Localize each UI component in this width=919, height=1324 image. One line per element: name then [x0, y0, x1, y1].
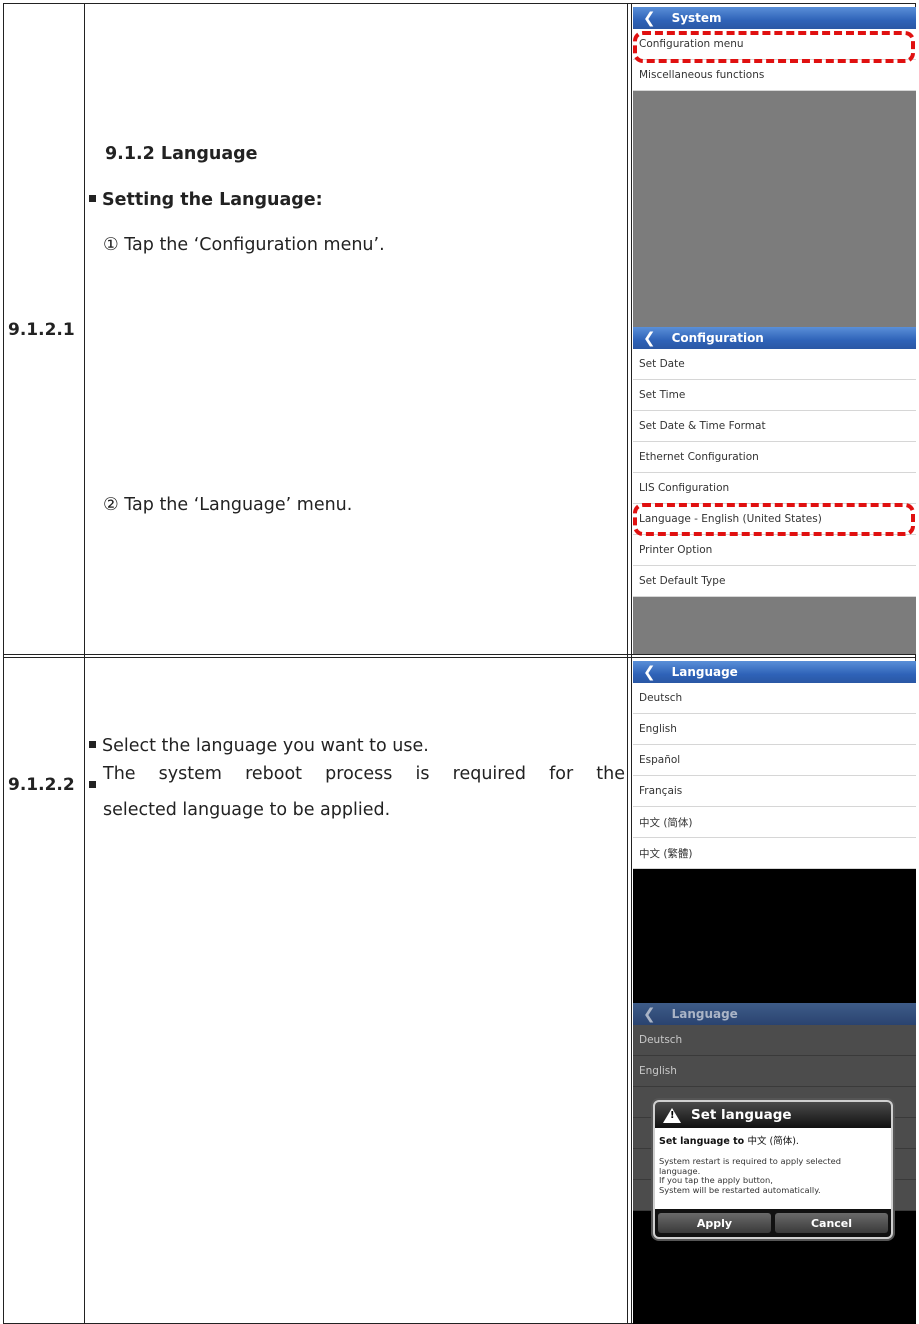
menu-item-lis[interactable]: LIS Configuration: [633, 473, 916, 504]
screen-language-dialog: ❮ Language Deutsch English Set language …: [633, 1003, 916, 1324]
back-chevron-icon: ❮: [643, 1004, 656, 1023]
back-chevron-icon[interactable]: ❮: [643, 664, 656, 680]
menu-item-set-date[interactable]: Set Date: [633, 349, 916, 380]
menu-item-printer-option[interactable]: Printer Option: [633, 535, 916, 566]
language-option-deutsch[interactable]: Deutsch: [633, 683, 916, 714]
subheading-text: Setting the Language:: [102, 190, 323, 210]
bullet-1-text: Select the language you want to use.: [102, 736, 429, 756]
row-divider: [3, 654, 916, 655]
step-2: ② Tap the ‘Language’ menu.: [103, 495, 353, 515]
row-id-9-1-2-2: 9.1.2.2: [8, 775, 75, 795]
row-id-9-1-2-1: 9.1.2.1: [8, 320, 75, 340]
language-option-francais[interactable]: Français: [633, 776, 916, 807]
row-divider-2: [3, 657, 916, 658]
titlebar-title: System: [671, 11, 722, 25]
dialog-body: System restart is required to apply sele…: [655, 1147, 891, 1195]
section-title: 9.1.2 Language: [105, 144, 258, 164]
bullet-2-line-1: The system reboot process is required fo…: [103, 764, 625, 784]
titlebar-title: Language: [671, 1007, 738, 1021]
apply-button[interactable]: Apply: [658, 1213, 771, 1233]
square-bullet-icon: [89, 741, 96, 748]
titlebar-title: Configuration: [671, 331, 764, 345]
dialog-header: Set language: [655, 1102, 891, 1128]
language-option-english-dim: English: [633, 1056, 916, 1087]
empty-area: [633, 597, 916, 654]
empty-area: [633, 91, 916, 327]
subheading: Setting the Language:: [89, 190, 323, 210]
dialog-title: Set language: [691, 1107, 792, 1123]
language-option-chinese-traditional[interactable]: 中文 (繁體): [633, 838, 916, 869]
dialog-message-value: 中文 (简体).: [747, 1136, 799, 1147]
menu-item-set-time[interactable]: Set Time: [633, 380, 916, 411]
column-divider-image: [631, 3, 632, 1324]
dialog-message-prefix: Set language to: [659, 1136, 745, 1147]
step-1: ① Tap the ‘Configuration menu’.: [103, 235, 385, 255]
language-option-espanol[interactable]: Español: [633, 745, 916, 776]
empty-area: [633, 869, 916, 1003]
square-bullet-icon: [89, 195, 96, 202]
dialog-message: Set language to 中文 (简体).: [655, 1128, 891, 1147]
language-option-chinese-simplified[interactable]: 中文 (简体): [633, 807, 916, 838]
warning-icon: [663, 1107, 681, 1123]
menu-item-ethernet[interactable]: Ethernet Configuration: [633, 442, 916, 473]
titlebar-language-dim: ❮ Language: [633, 1003, 916, 1025]
language-option-deutsch-dim: Deutsch: [633, 1025, 916, 1056]
column-divider-id: [84, 3, 85, 1324]
square-bullet-icon: [89, 781, 96, 788]
titlebar-title: Language: [671, 665, 738, 679]
column-divider-text: [627, 3, 628, 1324]
menu-item-date-time-format[interactable]: Set Date & Time Format: [633, 411, 916, 442]
set-language-dialog: Set language Set language to 中文 (简体). Sy…: [653, 1100, 893, 1239]
back-chevron-icon[interactable]: ❮: [643, 10, 656, 26]
bullet-2: The system reboot process is required fo…: [103, 756, 625, 828]
dialog-body-line: System will be restarted automatically.: [659, 1184, 821, 1195]
screen-language: ❮ Language Deutsch English Español Franç…: [633, 661, 916, 1003]
bullet-2-line-2: selected language to be applied.: [103, 800, 391, 820]
titlebar-language: ❮ Language: [633, 661, 916, 683]
highlight-configuration-menu: [633, 31, 915, 63]
highlight-language-menu: [633, 503, 915, 536]
titlebar-configuration: ❮ Configuration: [633, 327, 916, 349]
cancel-button[interactable]: Cancel: [775, 1213, 888, 1233]
back-chevron-icon[interactable]: ❮: [643, 330, 656, 346]
dialog-buttons: Apply Cancel: [655, 1209, 891, 1237]
language-option-english[interactable]: English: [633, 714, 916, 745]
menu-item-default-type[interactable]: Set Default Type: [633, 566, 916, 597]
titlebar-system: ❮ System: [633, 7, 916, 29]
screen-configuration: ❮ Configuration Set Date Set Time Set Da…: [633, 327, 916, 654]
bullet-1: Select the language you want to use.: [89, 736, 429, 756]
menu-item-miscellaneous[interactable]: Miscellaneous functions: [633, 60, 916, 91]
